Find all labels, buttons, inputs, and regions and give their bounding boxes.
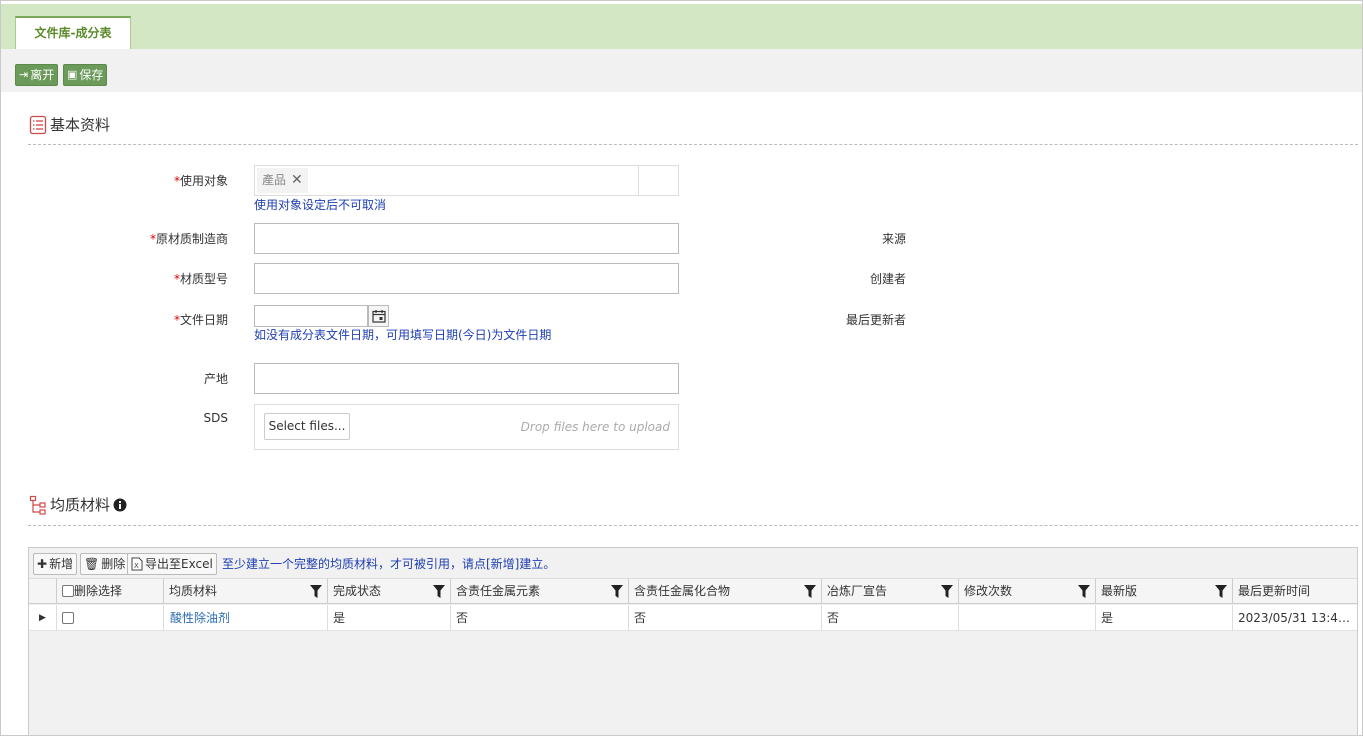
material-link[interactable]: 酸性除油剂 [163, 605, 327, 631]
tag-product: 產品 ✕ [257, 168, 308, 193]
cell-updated: 2023/05/31 13:40:45 [1232, 605, 1357, 631]
add-label: 新增 [49, 557, 74, 571]
header-latest[interactable]: 最新版 [1095, 579, 1232, 604]
cell-metal-compound: 否 [628, 605, 821, 631]
model-label: *材质型号 [173, 272, 228, 286]
drop-zone-text: Drop files here to upload [520, 420, 670, 434]
export-label: 导出至Excel [145, 557, 213, 571]
hierarchy-icon [29, 495, 46, 515]
header-label: 最后更新时间 [1238, 584, 1311, 598]
materials-grid: ✚ 新增 🗑 删除 X 导出至Excel 至少建立一个完整的均质材料，才可被引用… [28, 547, 1358, 736]
save-icon: ▣ [67, 68, 78, 81]
header-label: 含责任金属元素 [456, 584, 541, 598]
section-divider [28, 525, 1358, 526]
header-label: 含责任金属化合物 [634, 584, 731, 598]
select-files-button[interactable]: Select files... [264, 413, 350, 440]
leave-label: 离开 [30, 68, 55, 82]
header-label: 冶炼厂宣告 [827, 584, 888, 598]
sds-upload[interactable]: Select files... Drop files here to uploa… [254, 404, 679, 450]
expand-row-icon[interactable]: ▶ [29, 605, 56, 631]
excel-icon: X [131, 557, 143, 571]
doc-date-label: *文件日期 [173, 313, 228, 327]
cell-revisions [958, 605, 1095, 631]
header-label: 删除选择 [74, 584, 123, 598]
header-updated[interactable]: 最后更新时间 [1232, 579, 1357, 604]
trash-icon: 🗑 [84, 557, 100, 571]
toolbar: ⇥ 离开 ▣ 保存 [1, 49, 1362, 92]
header-metal-compound[interactable]: 含责任金属化合物 [628, 579, 821, 604]
select-all-checkbox[interactable] [62, 585, 74, 597]
add-button[interactable]: ✚ 新增 [33, 553, 78, 575]
doc-date-input[interactable] [254, 305, 368, 327]
filter-icon[interactable] [433, 585, 445, 598]
grid-note: 至少建立一个完整的均质材料，才可被引用，请点[新增]建立。 [222, 557, 556, 571]
manufacturer-input[interactable] [254, 223, 679, 254]
save-label: 保存 [79, 68, 104, 82]
section-materials-label: 均质材料 [50, 496, 111, 514]
header-label: 完成状态 [333, 584, 382, 598]
export-excel-button[interactable]: X 导出至Excel [127, 553, 217, 575]
tag-label: 產品 [262, 173, 287, 187]
header-material[interactable]: 均质材料 [163, 579, 327, 604]
tab-bar: 文件库-成分表 [1, 4, 1362, 50]
section-basic-title: 基本资料 [29, 114, 110, 135]
use-target-hint: 使用对象设定后不可取消 [254, 198, 387, 212]
save-button[interactable]: ▣ 保存 [63, 64, 108, 86]
header-smelter[interactable]: 冶炼厂宣告 [821, 579, 958, 604]
section-divider [28, 144, 1358, 145]
row-checkbox[interactable] [62, 612, 74, 624]
calendar-icon [371, 310, 386, 323]
filter-icon[interactable] [611, 585, 623, 598]
header-metal-element[interactable]: 含责任金属元素 [450, 579, 628, 604]
filter-icon[interactable] [1215, 585, 1227, 598]
delete-label: 删除 [101, 557, 126, 571]
cell-status: 是 [327, 605, 450, 631]
filter-icon[interactable] [941, 585, 953, 598]
grid-toolbar: ✚ 新增 🗑 删除 X 导出至Excel 至少建立一个完整的均质材料，才可被引用… [29, 548, 1357, 579]
row-select-cell [56, 605, 163, 631]
svg-text:X: X [134, 562, 139, 570]
leave-button[interactable]: ⇥ 离开 [15, 64, 59, 86]
list-icon [29, 115, 47, 134]
filter-icon[interactable] [1078, 585, 1090, 598]
header-label: 均质材料 [169, 584, 218, 598]
use-target-multiselect[interactable]: 產品 ✕ [254, 165, 679, 196]
model-input[interactable] [254, 263, 679, 294]
header-revisions[interactable]: 修改次数 [958, 579, 1095, 604]
plus-icon: ✚ [37, 557, 48, 571]
filter-icon[interactable] [310, 585, 322, 598]
cell-metal-element: 否 [450, 605, 628, 631]
header-delete-select[interactable]: 删除选择 [56, 579, 163, 604]
header-label: 最新版 [1101, 584, 1138, 598]
updater-label: 最后更新者 [845, 313, 906, 327]
doc-date-hint: 如没有成分表文件日期，可用填写日期(今日)为文件日期 [254, 328, 552, 342]
use-target-label: *使用对象 [173, 174, 228, 188]
header-expand [29, 579, 56, 604]
cell-latest: 是 [1095, 605, 1232, 631]
sds-label: SDS [203, 411, 228, 425]
cell-smelter: 否 [821, 605, 958, 631]
manufacturer-label: *原材质制造商 [149, 232, 228, 246]
filter-icon[interactable] [804, 585, 816, 598]
section-basic-label: 基本资料 [50, 116, 111, 134]
table-row[interactable]: ▶ 酸性除油剂 是 否 否 否 是 2023/05/31 13:40:45 [29, 605, 1357, 631]
section-materials-title: 均质材料 [29, 494, 127, 515]
header-status[interactable]: 完成状态 [327, 579, 450, 604]
grid-header: 删除选择 均质材料 完成状态 含责任金属元素 含责任金属化合物 冶炼厂宣告 修改… [29, 579, 1357, 604]
calendar-button[interactable] [368, 305, 389, 327]
close-icon[interactable]: ✕ [291, 168, 303, 193]
source-label: 来源 [881, 232, 906, 246]
delete-button[interactable]: 🗑 删除 [80, 553, 130, 575]
tab-document-library[interactable]: 文件库-成分表 [15, 16, 131, 50]
creator-label: 创建者 [869, 272, 906, 286]
origin-label: 产地 [203, 372, 228, 386]
origin-input[interactable] [254, 363, 679, 394]
header-label: 修改次数 [964, 584, 1013, 598]
use-target-tags: 產品 ✕ [255, 166, 639, 195]
info-icon[interactable] [113, 498, 127, 512]
exit-icon: ⇥ [19, 68, 29, 81]
